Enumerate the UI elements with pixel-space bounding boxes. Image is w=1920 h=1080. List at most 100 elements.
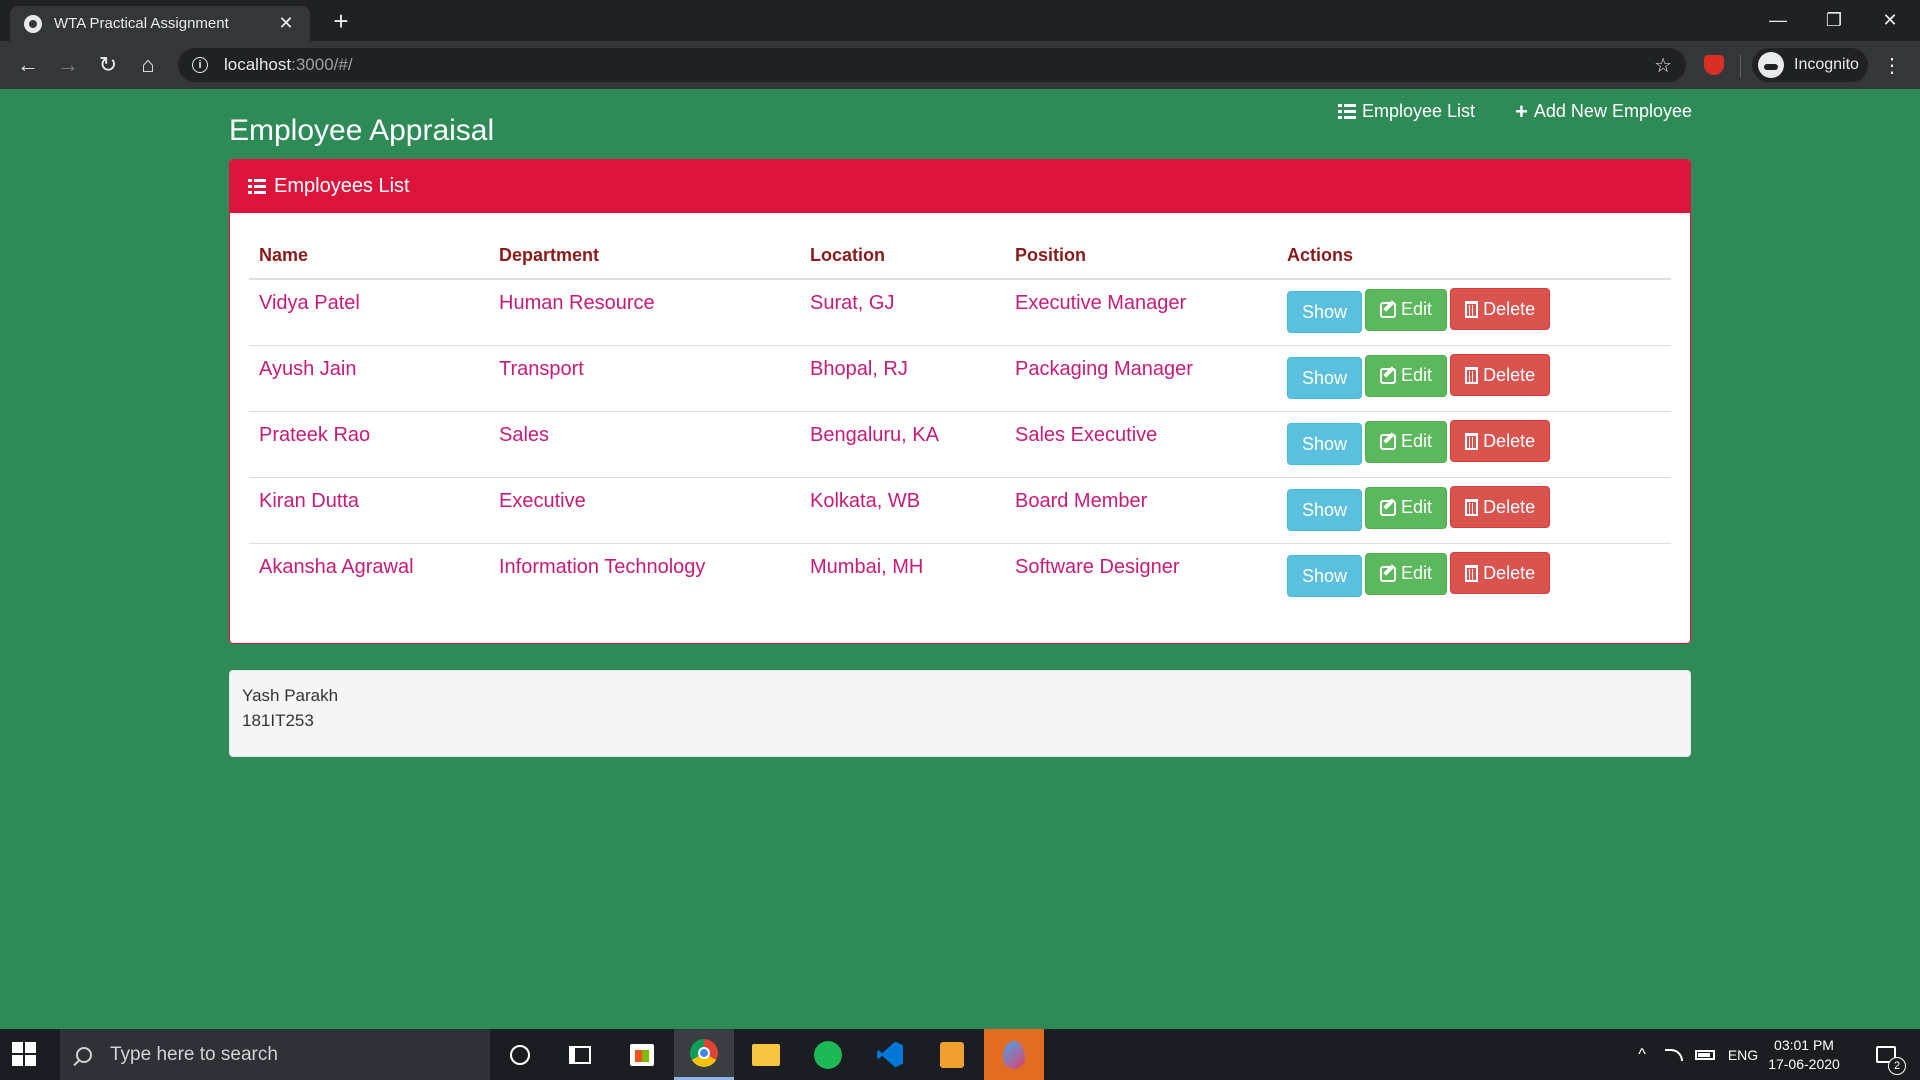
top-navigation: Employee List + Add New Employee (1337, 98, 1692, 124)
nav-employee-list-link[interactable]: Employee List (1337, 101, 1475, 122)
department-cell: Sales (489, 411, 800, 478)
delete-button[interactable]: Delete (1450, 420, 1551, 462)
url-host: localhost (224, 55, 292, 74)
incognito-profile-button[interactable]: Incognito (1752, 48, 1868, 82)
search-icon (76, 1046, 92, 1063)
location-cell: Mumbai, MH (800, 543, 1005, 609)
delete-button-label: Delete (1483, 298, 1536, 319)
show-button[interactable]: Show (1287, 489, 1363, 531)
close-window-button[interactable]: ✕ (1862, 0, 1918, 41)
windows-start-icon[interactable] (12, 1042, 36, 1066)
employee-name-cell: Vidya Patel (259, 292, 360, 314)
location-cell: Bhopal, RJ (800, 345, 1005, 412)
maximize-window-button[interactable]: ❐ (1806, 0, 1862, 41)
input-language-indicator[interactable]: ENG (1724, 1029, 1762, 1080)
incognito-label: Incognito (1794, 56, 1859, 73)
employee-name-cell: Kiran Dutta (249, 477, 489, 544)
employee-name-cell: Ayush Jain (249, 345, 489, 412)
actions-cell: Show Edit Delete (1277, 411, 1671, 478)
footer-roll-number: 181IT253 (242, 711, 314, 730)
microsoft-store-icon[interactable] (612, 1029, 672, 1080)
edit-button[interactable]: Edit (1365, 486, 1448, 529)
delete-button[interactable]: Delete (1450, 354, 1551, 396)
edit-icon (1380, 565, 1397, 582)
panel-heading: Employees List (230, 160, 1690, 213)
delete-button[interactable]: Delete (1450, 288, 1551, 330)
taskbar-search-placeholder: Type here to search (110, 1043, 278, 1065)
show-button-label: Show (1302, 367, 1348, 388)
trash-icon (1465, 432, 1479, 450)
file-explorer-icon[interactable] (736, 1029, 796, 1080)
table-row: Prateek Rao Sales Bengaluru, KA Sales Execu… (249, 411, 1671, 478)
edit-button[interactable]: Edit (1365, 354, 1448, 397)
taskbar-search-box[interactable]: Type here to search (60, 1029, 490, 1080)
system-clock[interactable]: 03:01 PM 17-06-2020 (1766, 1029, 1842, 1080)
media-player-icon[interactable] (922, 1029, 982, 1080)
delete-button[interactable]: Delete (1450, 552, 1551, 594)
back-arrow-icon[interactable]: ← (12, 49, 44, 81)
chrome-taskbar-icon[interactable] (674, 1029, 734, 1080)
plus-icon: + (1515, 98, 1528, 124)
site-info-icon[interactable]: i (192, 57, 208, 73)
extension-shield-icon[interactable] (1704, 55, 1724, 75)
app-brand-title[interactable]: Employee Appraisal (229, 114, 494, 148)
show-button[interactable]: Show (1287, 423, 1363, 465)
show-button[interactable]: Show (1287, 357, 1363, 399)
delete-button-label: Delete (1483, 364, 1536, 385)
cortana-icon[interactable] (490, 1029, 550, 1080)
position-cell: Packaging Manager (1005, 345, 1277, 412)
department-cell: Executive (489, 477, 800, 544)
edit-button[interactable]: Edit (1365, 288, 1448, 331)
edit-icon (1380, 433, 1397, 450)
forward-arrow-icon[interactable]: → (52, 49, 84, 81)
header-department: Department (489, 233, 800, 280)
list-icon (1337, 104, 1356, 119)
delete-button[interactable]: Delete (1450, 486, 1551, 528)
reload-icon[interactable]: ↻ (92, 49, 124, 81)
show-button[interactable]: Show (1287, 291, 1363, 333)
edit-icon (1380, 301, 1397, 318)
show-hidden-icons-chevron-icon[interactable]: ^ (1632, 1029, 1652, 1080)
tab-close-icon[interactable]: ✕ (276, 13, 296, 34)
delete-button-label: Delete (1483, 430, 1536, 451)
footer-well: Yash Parakh 181IT253 (229, 670, 1691, 757)
vscode-icon[interactable] (860, 1029, 920, 1080)
new-tab-button[interactable]: + (326, 6, 356, 36)
show-button-label: Show (1302, 565, 1348, 586)
home-icon[interactable]: ⌂ (132, 49, 164, 81)
table-header-row: Name Department Location Position Action… (249, 233, 1671, 280)
browser-menu-icon[interactable]: ⋮ (1880, 53, 1904, 78)
employees-panel: Employees List Name Department Location … (229, 159, 1691, 644)
notification-count-badge: 2 (1888, 1057, 1906, 1075)
header-name: Name (249, 233, 489, 280)
employee-name-cell: Akansha Agrawal (249, 543, 489, 609)
actions-cell: Show Edit Delete (1277, 543, 1671, 609)
minimize-window-button[interactable]: — (1750, 0, 1806, 41)
address-bar[interactable]: i localhost:3000/#/ ☆ (178, 48, 1686, 82)
nav-add-new-employee-link[interactable]: + Add New Employee (1515, 98, 1692, 124)
bookmark-star-icon[interactable]: ☆ (1654, 53, 1672, 78)
battery-icon[interactable] (1692, 1029, 1718, 1080)
panel-body: Name Department Location Position Action… (230, 213, 1690, 629)
edit-button[interactable]: Edit (1365, 552, 1448, 595)
paint-app-icon[interactable] (984, 1029, 1044, 1080)
spotify-icon[interactable] (798, 1029, 858, 1080)
location-cell: Surat, GJ (810, 292, 895, 314)
location-cell: Kolkata, WB (800, 477, 1005, 544)
nav-add-new-employee-label: Add New Employee (1533, 101, 1692, 121)
incognito-icon (1758, 52, 1784, 78)
actions-cell: Show Edit Delete (1277, 477, 1671, 544)
actions-cell: Show Edit Delete (1277, 279, 1671, 346)
browser-tab[interactable]: WTA Practical Assignment ✕ (10, 6, 310, 41)
browser-tab-bar: WTA Practical Assignment ✕ + — ❐ ✕ (0, 0, 1920, 41)
show-button[interactable]: Show (1287, 555, 1363, 597)
page-content: Employee Appraisal Employee List + Add N… (0, 89, 1920, 1029)
footer-author-name: Yash Parakh (242, 686, 339, 705)
edit-button-label: Edit (1401, 431, 1433, 451)
trash-icon (1465, 300, 1479, 318)
edit-button[interactable]: Edit (1365, 420, 1448, 463)
toolbar-divider (1740, 55, 1741, 77)
header-actions: Actions (1277, 233, 1671, 280)
network-icon[interactable] (1662, 1029, 1686, 1080)
task-view-icon[interactable] (550, 1029, 610, 1080)
